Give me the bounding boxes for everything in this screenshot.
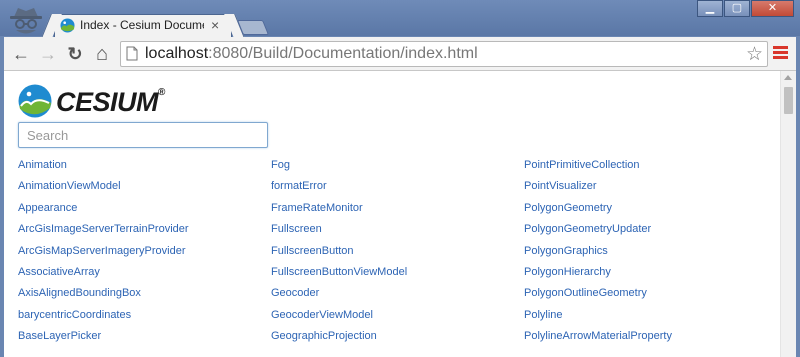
page-content: CESIUM® Animation AnimationViewModel App… [4,71,796,357]
scroll-up-arrow-icon[interactable] [784,75,792,80]
url-path: :8080/Build/Documentation/index.html [208,45,478,62]
url-host: localhost [145,45,209,62]
minimize-button[interactable]: ▁ [697,0,723,17]
doc-link[interactable]: Animation [18,158,189,179]
doc-link[interactable]: Fullscreen [271,222,407,243]
doc-link[interactable]: GeocoderViewModel [271,308,407,329]
tab-title: Index - Cesium Documentat [80,18,204,32]
doc-link[interactable]: AxisAlignedBoundingBox [18,286,189,307]
maximize-button[interactable]: ▢ [724,0,750,17]
back-icon[interactable]: ← [10,43,32,65]
browser-tab[interactable]: Index - Cesium Documentat × [54,14,232,38]
doc-link[interactable]: PointPrimitiveCollection [524,158,672,179]
doc-link[interactable]: BaseLayerPicker [18,329,189,350]
cesium-wordmark: CESIUM® [56,87,165,117]
cesium-logo-icon [18,84,52,118]
doc-column-3: PointPrimitiveCollection PointVisualizer… [524,158,672,351]
doc-link[interactable]: AnimationViewModel [18,179,189,200]
doc-link[interactable]: GeographicProjection [271,329,407,350]
url-text[interactable]: localhost:8080/Build/Documentation/index… [145,45,478,63]
window-controls: ▁ ▢ ✕ [696,0,794,18]
doc-column-2: Fog formatError FrameRateMonitor Fullscr… [271,158,407,351]
doc-link[interactable]: AssociativeArray [18,265,189,286]
doc-link[interactable]: PolygonGeometry [524,201,672,222]
title-bar: Index - Cesium Documentat × ▁ ▢ ✕ [0,0,800,38]
browser-window: Index - Cesium Documentat × ▁ ▢ ✕ ← → ↻ … [0,0,800,357]
new-tab-button[interactable] [236,20,270,35]
search-input[interactable] [18,122,268,148]
doc-link[interactable]: PolygonHierarchy [524,265,672,286]
doc-link[interactable]: PointVisualizer [524,179,672,200]
browser-toolbar: ← → ↻ ⌂ localhost:8080/Build/Documentati… [4,37,796,71]
doc-link[interactable]: ArcGisMapServerImageryProvider [18,244,189,265]
doc-link[interactable]: barycentricCoordinates [18,308,189,329]
cesium-favicon [60,18,75,33]
doc-link[interactable]: Polyline [524,308,672,329]
address-bar[interactable]: localhost:8080/Build/Documentation/index… [120,41,768,67]
doc-link[interactable]: FrameRateMonitor [271,201,407,222]
home-icon[interactable]: ⌂ [91,43,113,65]
vertical-scrollbar[interactable] [780,71,796,357]
tab-close-icon[interactable]: × [211,17,219,33]
doc-link[interactable]: PolygonGeometryUpdater [524,222,672,243]
doc-column-1: Animation AnimationViewModel Appearance … [18,158,189,351]
incognito-icon [10,8,42,34]
page-icon [126,46,138,61]
doc-link[interactable]: ArcGisImageServerTerrainProvider [18,222,189,243]
menu-icon[interactable] [773,46,788,61]
doc-link[interactable]: PolylineArrowMaterialProperty [524,329,672,350]
doc-link[interactable]: FullscreenButton [271,244,407,265]
reload-icon[interactable]: ↻ [64,43,86,65]
doc-link[interactable]: PolygonOutlineGeometry [524,286,672,307]
doc-link[interactable]: FullscreenButtonViewModel [271,265,407,286]
doc-link[interactable]: formatError [271,179,407,200]
forward-icon[interactable]: → [37,43,59,65]
doc-link[interactable]: PolygonGraphics [524,244,672,265]
doc-link[interactable]: Fog [271,158,407,179]
scroll-thumb[interactable] [784,87,793,114]
doc-link[interactable]: Geocoder [271,286,407,307]
doc-link[interactable]: Appearance [18,201,189,222]
close-window-button[interactable]: ✕ [751,0,794,17]
star-icon[interactable]: ☆ [746,43,763,66]
